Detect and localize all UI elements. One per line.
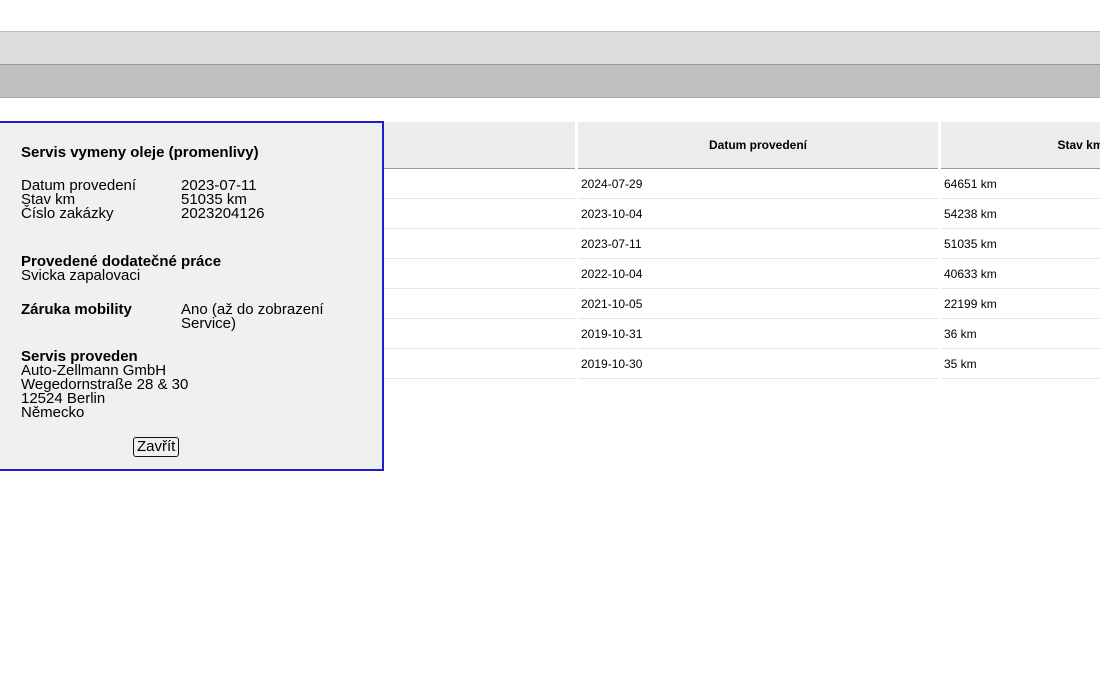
info-label: Číslo zakázky [21,205,114,222]
mileage-cell: 22199 km [941,289,1100,319]
date-cell: 2021-10-05 [578,289,938,319]
mobility-value: Ano (až do zobrazení Service) [181,301,324,332]
service-detail-popup: Servis vymeny oleje (promenlivy) Datum p… [0,121,384,471]
extra-work-section: Provedené dodatečné práce Svicka zapalov… [21,254,221,284]
mileage-cell: 64651 km [941,169,1100,199]
mobility-warranty: Záruka mobility Ano (až do zobrazení Ser… [21,301,351,332]
popup-title: Servis vymeny oleje (promenlivy) [21,144,259,161]
date-cell: 2024-07-29 [578,169,938,199]
date-cell: 2023-10-04 [578,199,938,229]
address-line: Německo [21,404,85,421]
date-cell: 2019-10-31 [578,319,938,349]
column-header-date[interactable]: Datum provedení [578,122,938,169]
info-value: 2023204126 [181,205,265,222]
date-cell: 2023-07-11 [578,229,938,259]
column-header-mileage[interactable]: Stav km [941,122,1100,169]
mileage-cell: 35 km [941,349,1100,379]
date-cell: 2019-10-30 [578,349,938,379]
extra-work-value: Svicka zapalovaci [21,267,141,284]
mileage-cell: 40633 km [941,259,1100,289]
mileage-cell: 51035 km [941,229,1100,259]
close-button[interactable]: Zavřít [133,437,180,457]
service-info: Datum provedení 2023-07-11 Stav km 51035… [21,178,265,222]
mileage-cell: 36 km [941,319,1100,349]
section-header-strip [0,65,1100,98]
mileage-cell: 54238 km [941,199,1100,229]
toolbar-strip [0,32,1100,65]
performed-by-section: Servis proveden Auto-Zellmann GmbH Weged… [21,349,188,421]
mobility-label: Záruka mobility [21,301,132,318]
info-row-order-number: Číslo zakázky 2023204126 [21,205,265,222]
date-cell: 2022-10-04 [578,259,938,289]
